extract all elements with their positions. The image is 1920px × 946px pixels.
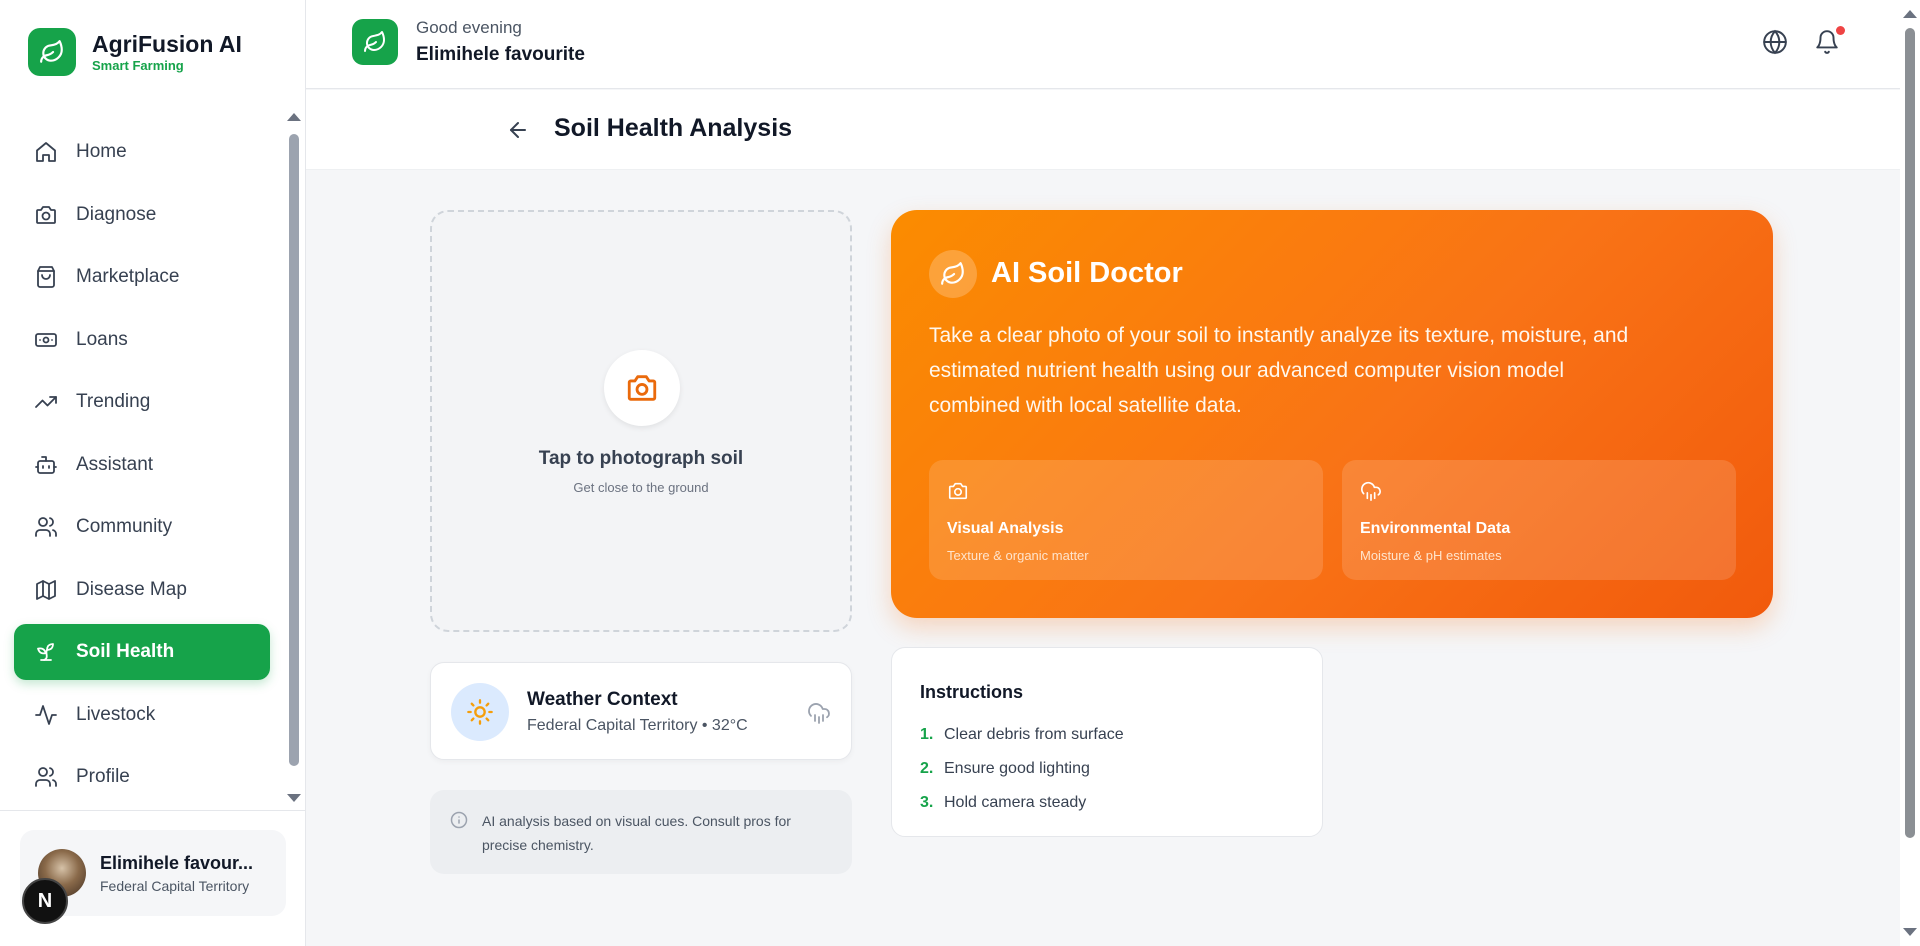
weather-subtitle: Federal Capital Territory • 32°C (527, 717, 748, 734)
sidebar-item-label: Assistant (76, 453, 154, 475)
sidebar-item-label: Diagnose (76, 203, 157, 225)
greeting: Good evening (416, 18, 522, 37)
brand[interactable]: AgriFusion AI Smart Farming (28, 28, 242, 76)
feature-visual-analysis: Visual Analysis Texture & organic matter (929, 460, 1323, 580)
leaf-icon (28, 28, 76, 76)
dev-badge[interactable]: N (22, 878, 68, 924)
divider (0, 810, 306, 811)
sidebar-item-diagnose[interactable]: Diagnose (14, 187, 270, 243)
cloud-rain-icon (808, 703, 830, 724)
doctor-title: AI Soil Doctor (991, 257, 1183, 289)
instructions-title: Instructions (920, 682, 1024, 702)
list-item: 1. Clear debris from surface (920, 718, 1124, 752)
sidebar-item-community[interactable]: Community (14, 499, 270, 555)
step-number: 1. (920, 726, 934, 743)
leaf-icon (929, 250, 977, 298)
sidebar-item-label: Trending (76, 391, 151, 412)
step-number: 3. (920, 794, 934, 811)
user-name: Elimihele favour... (100, 852, 254, 873)
brand-subtitle: Smart Farming (92, 58, 184, 73)
camera-icon (948, 482, 968, 500)
camera-icon (604, 350, 680, 426)
home-icon (36, 142, 56, 162)
info-icon (450, 811, 468, 829)
scroll-up-arrow[interactable] (287, 113, 301, 121)
globe-icon[interactable] (1762, 29, 1788, 55)
sidebar-item-trending[interactable]: Trending (14, 374, 270, 430)
user-icon (35, 767, 57, 787)
sidebar-item-profile[interactable]: Profile (14, 749, 270, 805)
sidebar-item-assistant[interactable]: Assistant (14, 437, 270, 493)
window-scroll-up-arrow[interactable] (1903, 10, 1917, 18)
shopping-bag-icon (37, 266, 55, 288)
brand-name: AgriFusion AI (92, 31, 242, 57)
activity-icon (35, 704, 57, 725)
sidebar-item-label: Livestock (76, 703, 156, 725)
sidebar-item-marketplace[interactable]: Marketplace (14, 249, 270, 305)
instructions-card: Instructions 1. Clear debris from surfac… (891, 647, 1323, 837)
sidebar-item-label: Disease Map (76, 578, 187, 600)
feature-title: Environmental Data (1360, 520, 1511, 537)
disclaimer-text: AI analysis based on visual cues. Consul… (482, 813, 791, 853)
sprout-icon (37, 643, 54, 661)
window-scrollbar[interactable] (1905, 28, 1915, 838)
sidebar-item-label: Home (76, 141, 127, 162)
ai-soil-doctor-card: AI Soil Doctor Take a clear photo of you… (891, 210, 1773, 618)
bot-icon (35, 455, 57, 474)
banknote-icon (35, 332, 57, 347)
sun-icon (451, 683, 509, 741)
notification-dot (1836, 26, 1845, 35)
doctor-description: Take a clear photo of your soil to insta… (929, 324, 1629, 417)
sidebar-item-disease-map[interactable]: Disease Map (14, 562, 270, 618)
user-location: Federal Capital Territory (100, 877, 250, 894)
step-text: Hold camera steady (944, 794, 1087, 811)
step-number: 2. (920, 760, 934, 777)
users-icon (35, 517, 57, 537)
disclaimer-note: AI analysis based on visual cues. Consul… (430, 790, 852, 874)
sidebar-item-label: Soil Health (76, 641, 175, 662)
sidebar: AgriFusion AI Smart Farming Home Diagnos… (0, 0, 306, 946)
sidebar-item-label: Marketplace (76, 266, 180, 287)
sidebar-item-label: Community (76, 516, 173, 537)
sidebar-item-livestock[interactable]: Livestock (14, 687, 270, 743)
step-text: Ensure good lighting (944, 760, 1090, 777)
sidebar-item-home[interactable]: Home (14, 124, 270, 180)
list-item: 3. Hold camera steady (920, 786, 1124, 820)
feature-title: Visual Analysis (947, 520, 1064, 537)
page-title: Soil Health Analysis (554, 114, 793, 142)
sidebar-item-label: Profile (76, 766, 130, 787)
cloud-rain-icon (1361, 481, 1381, 501)
weather-title: Weather Context (527, 689, 678, 710)
weather-context-card: Weather Context Federal Capital Territor… (430, 662, 852, 760)
step-text: Clear debris from surface (944, 726, 1124, 743)
feature-environmental-data: Environmental Data Moisture & pH estimat… (1342, 460, 1736, 580)
leaf-icon (352, 19, 398, 65)
header-user-name: Elimihele favourite (416, 44, 585, 65)
map-icon (36, 579, 56, 600)
trending-up-icon (35, 396, 57, 408)
feature-subtitle: Moisture & pH estimates (1360, 548, 1502, 563)
back-arrow-icon[interactable] (506, 118, 530, 142)
sidebar-scrollbar[interactable] (289, 134, 299, 766)
sidebar-item-soil-health[interactable]: Soil Health (14, 624, 270, 680)
sidebar-item-loans[interactable]: Loans (14, 312, 270, 368)
scroll-down-arrow[interactable] (287, 794, 301, 802)
page-titlebar: Soil Health Analysis (306, 90, 1900, 170)
window-scroll-down-arrow[interactable] (1903, 928, 1917, 936)
sidebar-nav: Home Diagnose Marketplace Loans Trending… (14, 124, 270, 812)
camera-icon (36, 205, 56, 224)
list-item: 2. Ensure good lighting (920, 752, 1124, 786)
photo-upload-area[interactable]: Tap to photograph soil Get close to the … (430, 210, 852, 632)
sidebar-item-label: Loans (76, 328, 128, 350)
instructions-list: 1. Clear debris from surface 2. Ensure g… (920, 718, 1124, 820)
feature-subtitle: Texture & organic matter (947, 548, 1089, 563)
upload-subtitle: Get close to the ground (573, 480, 709, 495)
top-header: Good evening Elimihele favourite (306, 0, 1900, 89)
upload-title: Tap to photograph soil (538, 448, 744, 469)
